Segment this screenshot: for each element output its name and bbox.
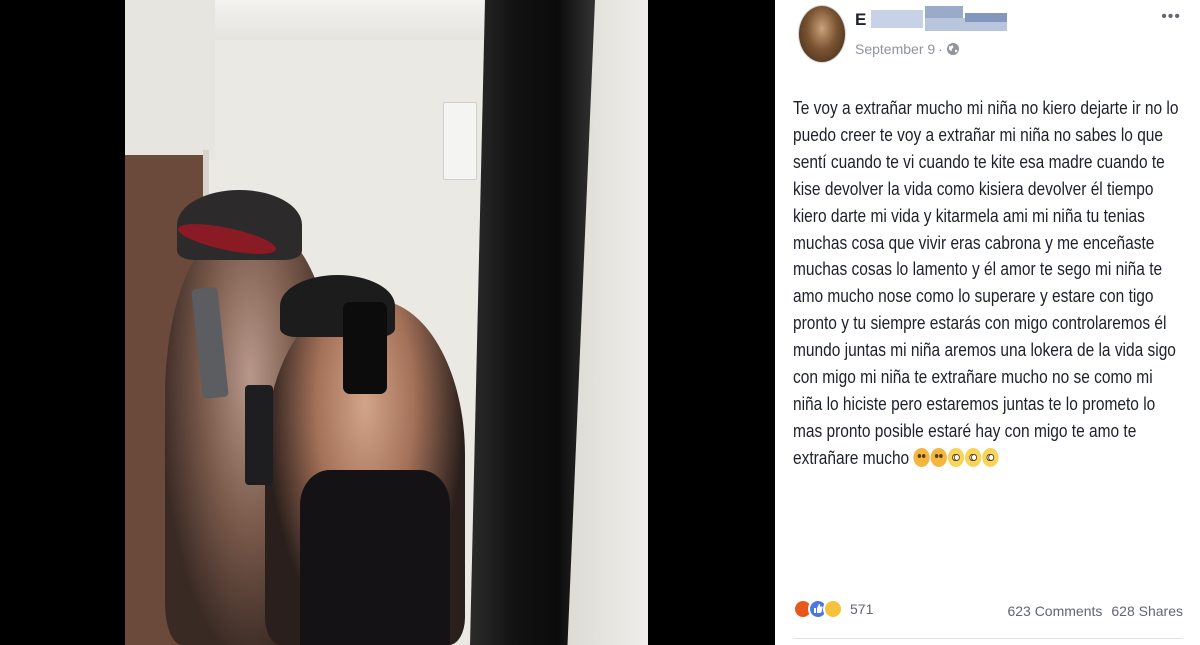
globe-icon[interactable] xyxy=(946,42,960,56)
photo-phone xyxy=(343,302,387,394)
photo-wall-left xyxy=(125,0,215,160)
post-meta: September 9 · xyxy=(855,41,960,57)
post-photo[interactable] xyxy=(125,0,648,645)
photo-pane xyxy=(0,0,775,645)
shares-count-link[interactable]: 628 Shares xyxy=(1111,603,1183,619)
weary-face-icon xyxy=(913,447,930,467)
post-card: E September 9 · ••• Te voy a extrañar mu… xyxy=(775,0,1200,645)
flushed-face-icon xyxy=(947,447,965,467)
photo-ac-unit xyxy=(443,102,477,180)
author-name-redaction xyxy=(965,13,1007,22)
weary-face-icon xyxy=(930,447,948,467)
post-body: Te voy a extrañar mucho mi niña no kiero… xyxy=(793,98,1179,468)
reaction-count[interactable]: 571 xyxy=(850,601,873,617)
post-date[interactable]: September 9 xyxy=(855,41,935,57)
footer-divider xyxy=(793,638,1183,639)
sad-icon xyxy=(823,599,843,619)
meta-separator: · xyxy=(938,41,943,57)
flushed-face-icon xyxy=(965,447,982,467)
post-stats: 623 Comments 628 Shares xyxy=(1007,603,1183,619)
author-name-redaction xyxy=(871,10,923,28)
avatar[interactable] xyxy=(798,5,846,63)
more-options-button[interactable]: ••• xyxy=(1161,8,1181,26)
flushed-face-icon xyxy=(982,447,999,467)
photo-top xyxy=(300,470,450,645)
reactions-summary[interactable]: 571 xyxy=(793,599,873,619)
photo-gun-black xyxy=(245,385,273,485)
post-emojis xyxy=(913,447,999,468)
comments-count-link[interactable]: 623 Comments xyxy=(1007,603,1102,619)
author-name[interactable]: E xyxy=(855,10,866,30)
post-text: Te voy a extrañar mucho mi niña no kiero… xyxy=(793,95,1183,472)
